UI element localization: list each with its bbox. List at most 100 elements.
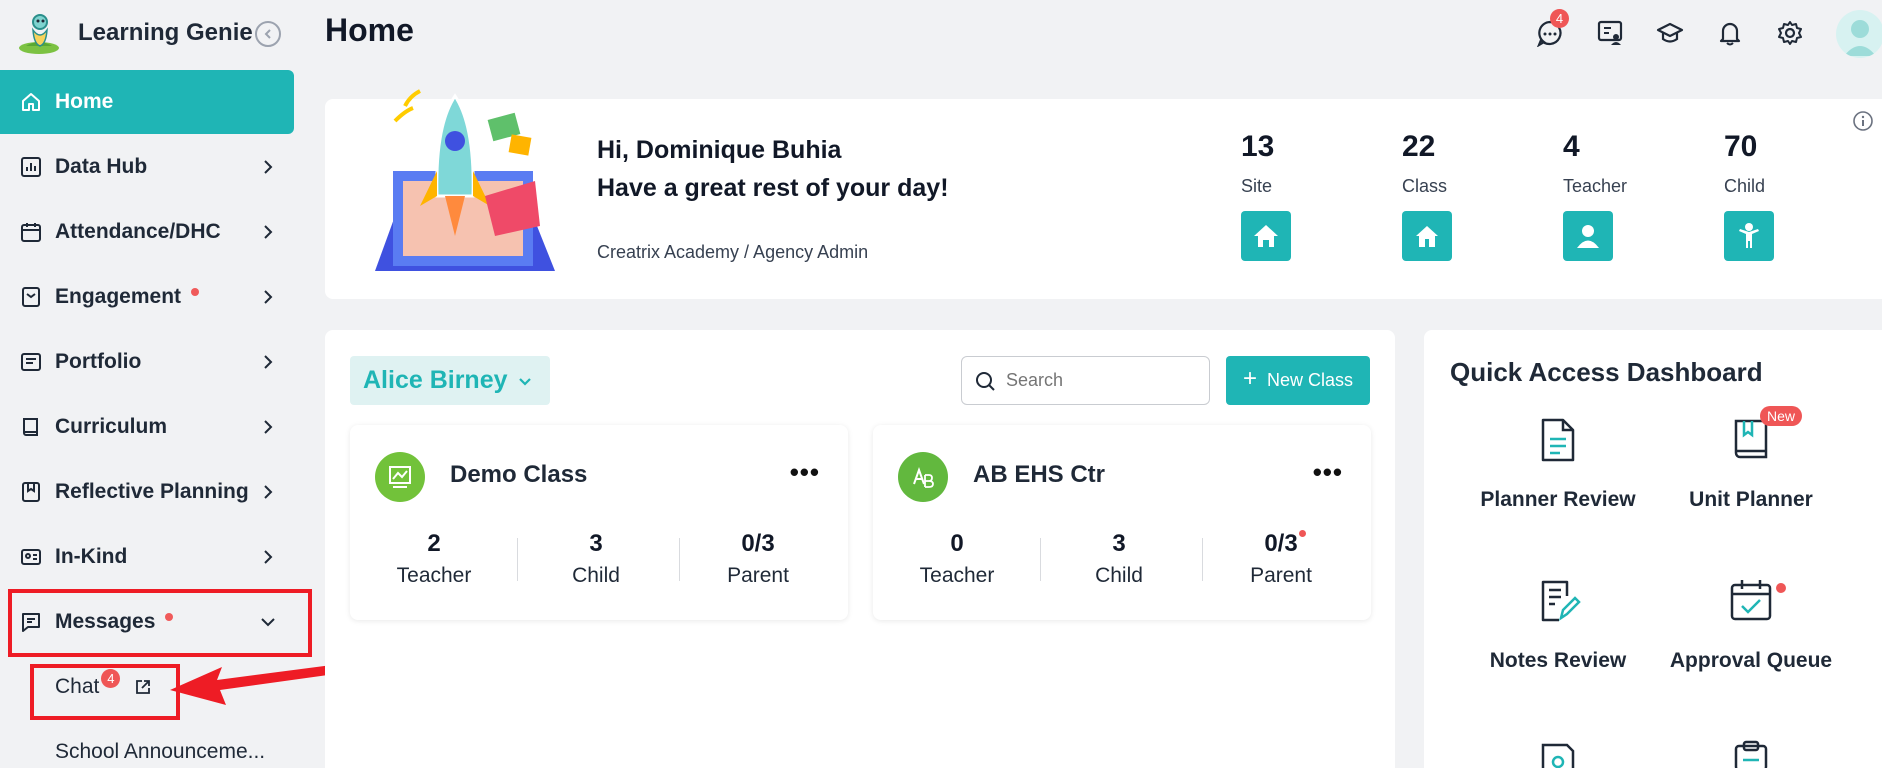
stat-label: Parent <box>1250 564 1312 587</box>
class-stat-parent: 0/3 Parent <box>678 530 838 588</box>
class-name: AB EHS Ctr <box>973 461 1106 488</box>
sidebar-item-portfolio[interactable]: Portfolio <box>0 330 294 394</box>
gear-icon <box>1778 21 1802 45</box>
class-avatar-icon <box>375 452 425 502</box>
class-card-ab-ehs-ctr[interactable]: AB EHS Ctr ••• 0 Teacher 3 Child 0/3 Par… <box>873 425 1371 620</box>
stat-value: 13 <box>1241 130 1275 163</box>
rocket-illustration <box>375 89 555 271</box>
stat-label: Site <box>1241 176 1273 196</box>
stat-value: 2 <box>427 530 441 557</box>
settings-button[interactable] <box>1773 16 1807 50</box>
quick-notes-review[interactable]: Notes Review <box>1458 576 1658 673</box>
sidebar-item-reflective-planning[interactable]: Reflective Planning <box>0 460 294 524</box>
sidebar-item-data-hub[interactable]: Data Hub <box>0 135 294 199</box>
child-button[interactable] <box>1724 211 1774 261</box>
stat-value: 0/3 <box>1264 530 1298 557</box>
quick-access-panel <box>1424 330 1882 768</box>
notification-dot <box>1776 583 1786 593</box>
collapse-sidebar-button[interactable] <box>255 21 281 47</box>
quick-unit-planner[interactable]: Unit Planner <box>1651 415 1851 512</box>
plus-icon: + <box>1242 365 1257 392</box>
site-button[interactable] <box>1241 211 1291 261</box>
house-icon <box>1416 226 1438 247</box>
sidebar-item-label: Attendance/DHC <box>55 220 221 243</box>
info-icon[interactable] <box>1852 110 1874 132</box>
quick-item-label: Approval Queue <box>1669 649 1833 672</box>
stat-label: Teacher <box>1563 176 1628 196</box>
teacher-select[interactable]: Alice Birney <box>350 356 550 405</box>
sidebar-item-label: Curriculum <box>55 415 168 438</box>
document-icon <box>1541 418 1575 462</box>
stat-label: Child <box>572 564 620 587</box>
new-class-button[interactable]: + New Class <box>1226 356 1370 405</box>
stat-teacher: 4 Teacher <box>1563 130 1693 261</box>
chevron-right-icon <box>264 485 273 499</box>
engagement-icon <box>19 285 43 309</box>
chat-button[interactable]: 4 <box>1533 9 1569 50</box>
new-badge: New <box>1760 406 1803 426</box>
chevron-left-icon <box>264 29 271 39</box>
learning-genie-logo <box>19 14 59 54</box>
teacher-button[interactable] <box>1563 211 1613 261</box>
sidebar-item-home[interactable]: Home <box>0 70 294 134</box>
stat-value: 22 <box>1402 130 1436 163</box>
class-stat-child: 3 Child <box>1039 530 1199 588</box>
stat-label: Class <box>1402 176 1448 196</box>
stat-value: 70 <box>1724 130 1758 163</box>
class-card-demo-class[interactable]: Demo Class ••• 2 Teacher 3 Child 0/3 Par… <box>350 425 848 620</box>
page-title: Home <box>325 12 414 48</box>
org-role-text: Creatrix Academy / Agency Admin <box>597 242 869 262</box>
stat-label: Child <box>1724 176 1766 196</box>
contacts-button[interactable] <box>1593 16 1627 50</box>
more-options-icon[interactable]: ••• <box>1313 459 1343 485</box>
sidebar-item-label: Portfolio <box>55 350 142 373</box>
stat-label: Teacher <box>919 564 995 587</box>
chart-icon <box>19 155 43 179</box>
notification-dot <box>1298 530 1306 537</box>
sidebar-item-label: Engagement <box>55 285 182 308</box>
stat-label: Teacher <box>396 564 472 587</box>
greeting-text: Hi, Dominique Buhia <box>597 136 842 164</box>
person-icon <box>1577 225 1599 248</box>
sidebar-item-curriculum[interactable]: Curriculum <box>0 395 294 459</box>
quick-approval-queue[interactable]: Approval Queue <box>1651 576 1851 673</box>
class-avatar-icon <box>898 452 948 502</box>
stat-label: Child <box>1095 564 1143 587</box>
stat-label: Parent <box>727 564 789 587</box>
search-input[interactable] <box>1006 370 1186 391</box>
calendar-check-icon <box>1730 580 1772 621</box>
sidebar-item-engagement[interactable]: Engagement <box>0 265 294 329</box>
training-button[interactable] <box>1653 16 1687 50</box>
chevron-right-icon <box>264 550 273 564</box>
class-stat-child: 3 Child <box>516 530 676 588</box>
sidebar-subitem-school-announcements[interactable]: School Announceme... <box>55 740 265 764</box>
class-button[interactable] <box>1402 211 1452 261</box>
app-name: Learning Genie <box>78 19 253 46</box>
stat-value: 4 <box>1563 130 1580 163</box>
avatar-icon <box>1844 20 1876 56</box>
portfolio-icon <box>19 350 43 374</box>
notifications-button[interactable] <box>1713 16 1747 50</box>
contact-card-icon <box>1597 20 1623 45</box>
sidebar-item-attendance[interactable]: Attendance/DHC <box>0 200 294 264</box>
quick-planner-review[interactable]: Planner Review <box>1458 415 1658 512</box>
teacher-select-value: Alice Birney <box>363 366 508 394</box>
brand[interactable]: Learning Genie <box>16 10 253 56</box>
sidebar-item-label: Home <box>55 90 114 113</box>
class-search[interactable] <box>961 356 1210 405</box>
sidebar-item-in-kind[interactable]: In-Kind <box>0 525 294 589</box>
document-search-icon[interactable] <box>1533 740 1583 768</box>
bell-icon <box>1719 22 1741 46</box>
house-icon <box>1254 225 1278 247</box>
more-options-icon[interactable]: ••• <box>790 459 820 485</box>
chevron-right-icon <box>264 420 273 434</box>
chevron-right-icon <box>264 160 273 174</box>
user-avatar[interactable] <box>1836 10 1882 58</box>
home-icon <box>19 90 43 114</box>
new-class-label: New Class <box>1266 370 1354 390</box>
sidebar-item-label: Data Hub <box>55 155 148 178</box>
greeting-message: Have a great rest of your day! <box>597 174 949 202</box>
stat-site: 13 Site <box>1241 130 1371 261</box>
class-stat-teacher: 0 Teacher <box>877 530 1037 588</box>
clipboard-icon[interactable] <box>1726 740 1776 768</box>
